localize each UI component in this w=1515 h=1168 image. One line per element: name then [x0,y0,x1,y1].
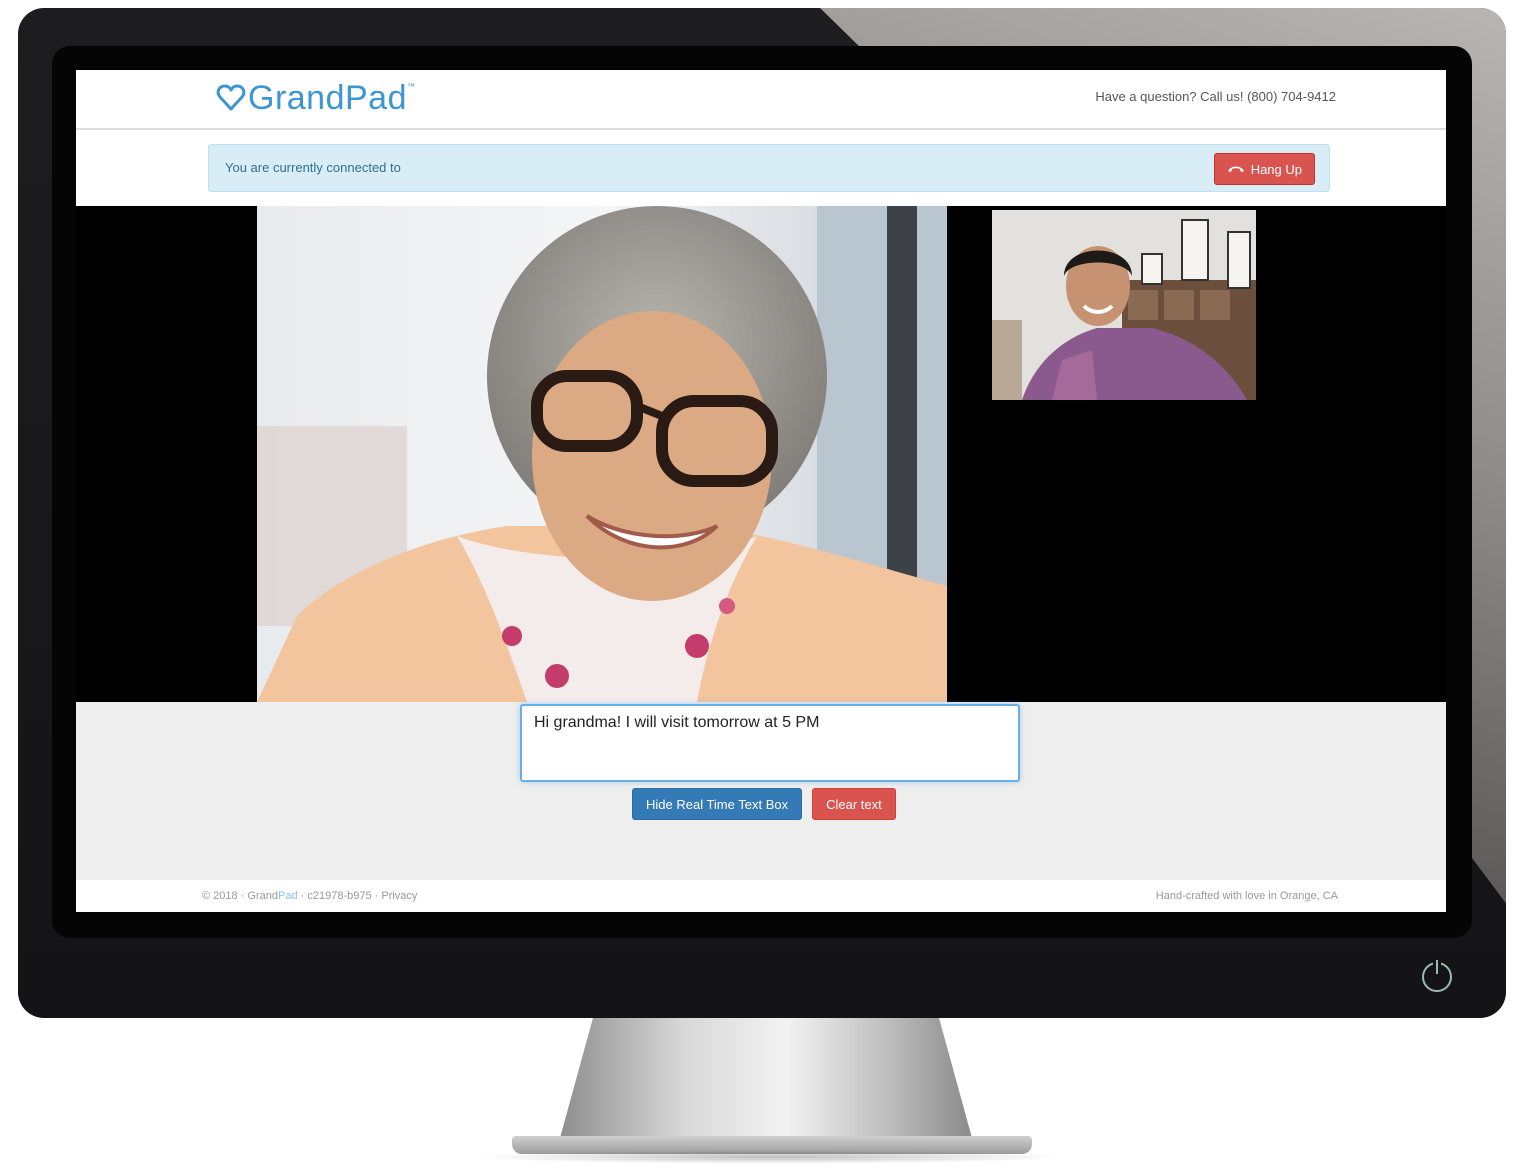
local-video-image [992,210,1256,400]
controls-area: Hi grandma! I will visit tomorrow at 5 P… [76,702,1446,880]
remote-video-image [257,206,947,702]
privacy-link[interactable]: Privacy [381,890,417,902]
remote-video [257,206,947,702]
logo-text: GrandPad [248,78,407,117]
footer-version: · c21978-b975 · [297,890,382,902]
grandpad-logo[interactable]: GrandPad ™ [216,78,415,118]
hang-up-label: Hang Up [1250,161,1302,177]
connection-status-bar: You are currently connected to Hang Up [208,144,1330,192]
heart-icon [216,84,246,111]
clear-text-button[interactable]: Clear text [812,788,896,820]
phone-hangup-icon [1227,166,1244,172]
screen: GrandPad ™ Have a question? Call us! (80… [76,70,1446,912]
footer-left: © 2018 · GrandPad · c21978-b975 · Privac… [202,890,417,902]
footer-tagline: Hand-crafted with love in Orange, CA [1155,890,1338,902]
footer-copyright: © 2018 · [202,890,248,902]
footer-brand-pad: Pad [278,890,298,902]
power-button-icon[interactable] [1422,960,1452,992]
stand-shadow [470,1150,1070,1164]
footer-brand-grand: Grand [247,890,278,902]
connection-status-text: You are currently connected to [225,160,401,175]
rtt-button-row: Hide Real Time Text Box Clear text [632,788,896,820]
local-video [992,210,1256,400]
app-footer: © 2018 · GrandPad · c21978-b975 · Privac… [76,880,1446,912]
real-time-text-box[interactable]: Hi grandma! I will visit tomorrow at 5 P… [520,704,1020,782]
hang-up-button[interactable]: Hang Up [1213,153,1315,185]
monitor-stand-neck [560,1018,972,1138]
help-phone-text: Have a question? Call us! (800) 704-9412 [1095,89,1336,104]
hide-real-time-text-button[interactable]: Hide Real Time Text Box [632,788,803,820]
app-header: GrandPad ™ Have a question? Call us! (80… [76,70,1446,130]
logo-trademark: ™ [407,82,415,91]
monitor-frame: GrandPad ™ Have a question? Call us! (80… [18,8,1506,1018]
video-area [76,206,1446,702]
